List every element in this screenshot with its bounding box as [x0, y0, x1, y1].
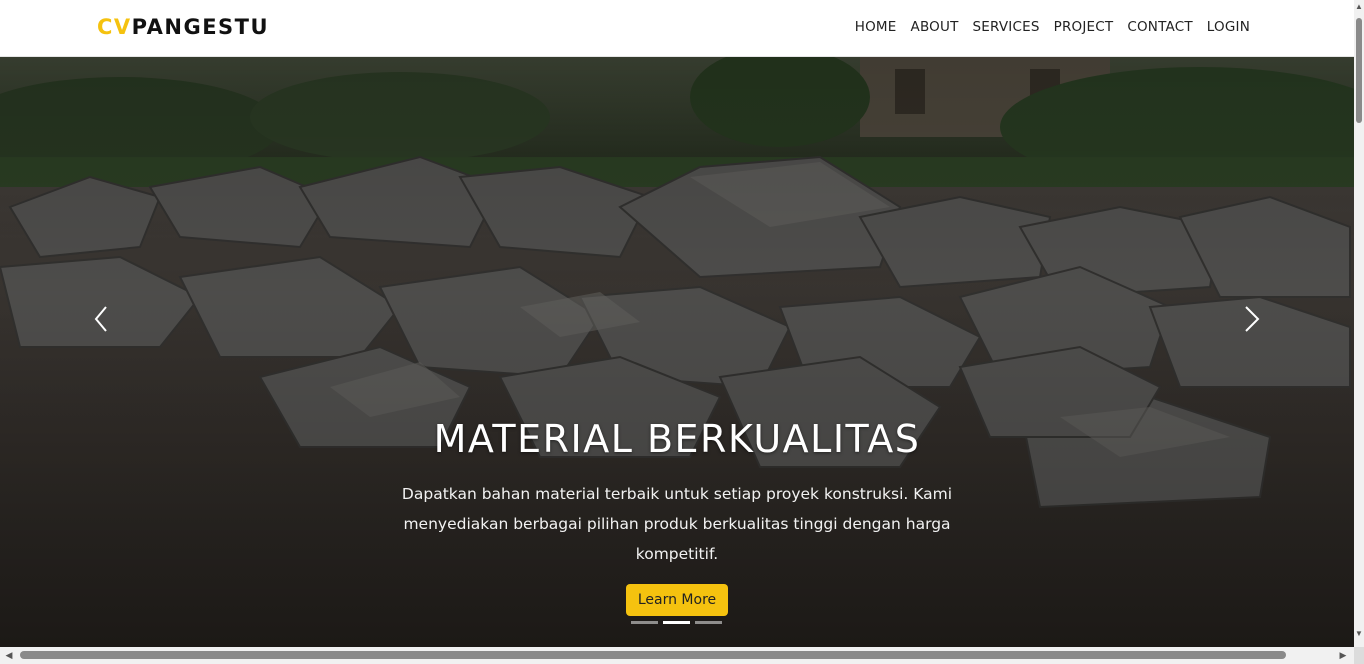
nav-services[interactable]: SERVICES — [973, 19, 1040, 35]
brand-logo[interactable]: CVPANGESTU — [97, 15, 269, 39]
carousel-indicator-3[interactable] — [695, 621, 722, 624]
carousel-next-button[interactable] — [1240, 301, 1264, 337]
carousel-indicator-2[interactable] — [663, 621, 690, 624]
hero-carousel: MATERIAL BERKUALITAS Dapatkan bahan mate… — [0, 57, 1354, 647]
nav-login[interactable]: LOGIN — [1207, 19, 1250, 35]
scroll-right-icon[interactable]: ▶ — [1338, 650, 1348, 660]
horizontal-scroll-thumb[interactable] — [20, 651, 1286, 659]
carousel-indicator-1[interactable] — [631, 621, 658, 624]
scroll-up-icon[interactable]: ▲ — [1355, 3, 1363, 11]
navbar: CVPANGESTU HOME ABOUT SERVICES PROJECT C… — [0, 0, 1354, 57]
main-nav: HOME ABOUT SERVICES PROJECT CONTACT LOGI… — [841, 19, 1250, 35]
hero-title: MATERIAL BERKUALITAS — [433, 417, 921, 461]
brand-name: PANGESTU — [131, 15, 270, 39]
hero-caption: MATERIAL BERKUALITAS Dapatkan bahan mate… — [0, 417, 1354, 616]
nav-project[interactable]: PROJECT — [1054, 19, 1114, 35]
nav-about[interactable]: ABOUT — [911, 19, 959, 35]
chevron-left-icon — [94, 306, 107, 332]
brand-accent: CV — [97, 15, 132, 39]
chevron-right-icon — [1245, 306, 1260, 332]
nav-contact[interactable]: CONTACT — [1127, 19, 1192, 35]
scrollbar-corner — [1354, 647, 1364, 664]
scroll-left-icon[interactable]: ◀ — [4, 650, 14, 660]
vertical-scrollbar[interactable]: ▲ ▼ — [1354, 0, 1364, 647]
vertical-scroll-thumb[interactable] — [1356, 18, 1362, 123]
carousel-prev-button[interactable] — [90, 301, 114, 337]
carousel-indicators — [631, 621, 722, 624]
horizontal-scrollbar[interactable]: ◀ ▶ — [0, 647, 1354, 664]
learn-more-button[interactable]: Learn More — [625, 584, 729, 616]
scroll-down-icon[interactable]: ▼ — [1355, 630, 1363, 638]
nav-home[interactable]: HOME — [855, 19, 897, 35]
hero-description: Dapatkan bahan material terbaik untuk se… — [401, 485, 953, 563]
